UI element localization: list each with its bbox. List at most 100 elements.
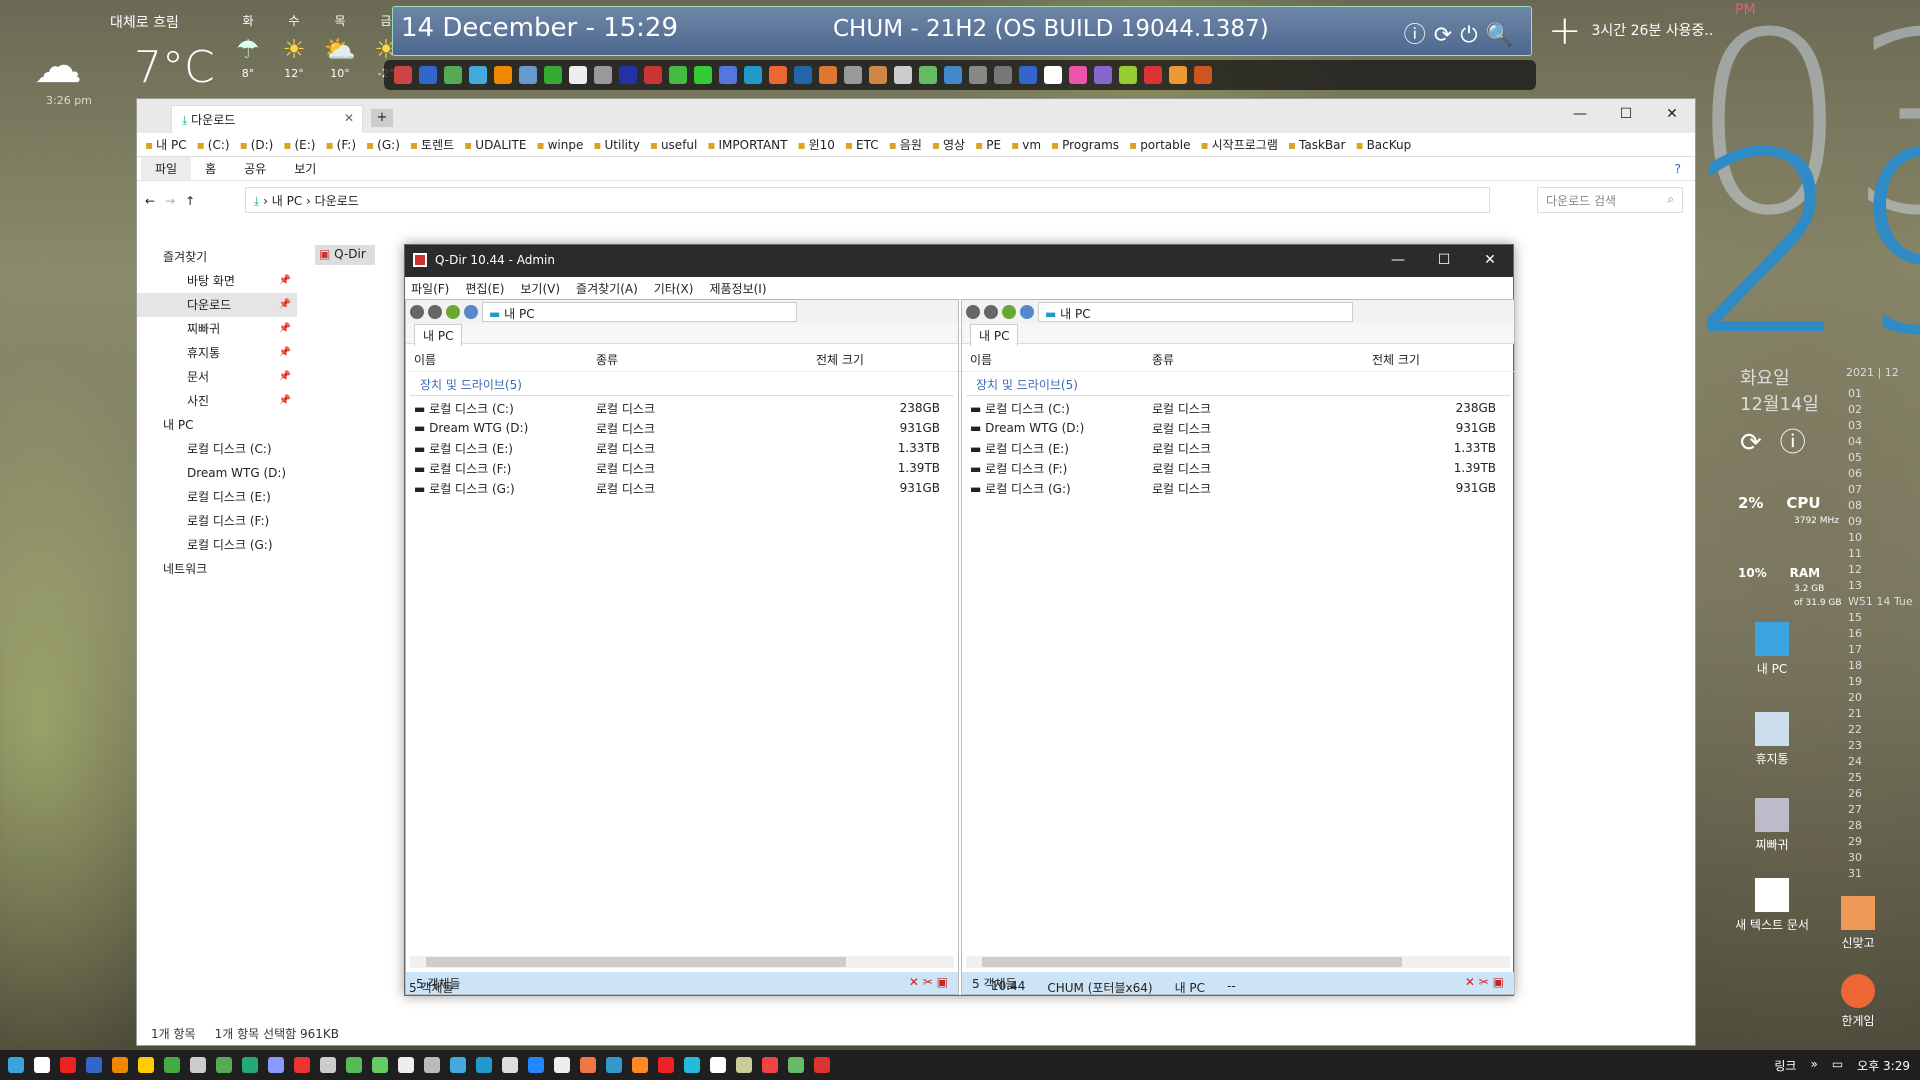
app-icon[interactable] xyxy=(1194,66,1212,84)
taskbar-app-icon[interactable] xyxy=(684,1057,700,1073)
nav-item[interactable]: 로컬 디스크 (G:) xyxy=(137,533,297,557)
tab-downloads[interactable]: ⤓ 다운로드 ✕ xyxy=(171,105,363,133)
app-icon[interactable] xyxy=(869,66,887,84)
help-icon[interactable]: ? xyxy=(1661,159,1695,179)
address-bar[interactable]: ⤓ › 내 PC › 다운로드 xyxy=(245,187,1490,213)
taskbar-app-icon[interactable] xyxy=(216,1057,232,1073)
taskbar-app-icon[interactable] xyxy=(476,1057,492,1073)
desktop-icon-hangame[interactable]: 한게임 xyxy=(1818,974,1898,1029)
group-header[interactable]: 장치 및 드라이브(5) xyxy=(410,374,954,396)
clock[interactable]: 오후 3:29 xyxy=(1857,1057,1910,1074)
taskbar-app-icon[interactable] xyxy=(424,1057,440,1073)
nav-item[interactable]: 로컬 디스크 (F:) xyxy=(137,509,297,533)
back-icon[interactable]: ← xyxy=(145,194,155,208)
forward-icon[interactable] xyxy=(984,305,998,319)
taskbar-app-icon[interactable] xyxy=(580,1057,596,1073)
favorite-item[interactable]: ▪ (E:) xyxy=(283,138,315,152)
app-icon[interactable] xyxy=(894,66,912,84)
tab-share[interactable]: 공유 xyxy=(230,157,280,180)
table-row[interactable]: ▬ 로컬 디스크 (C:) 로컬 디스크 238GB xyxy=(962,398,1514,418)
taskbar-app-icon[interactable] xyxy=(60,1057,76,1073)
power-icon[interactable]: ⏻ xyxy=(1460,23,1485,48)
taskbar-app-icon[interactable] xyxy=(86,1057,102,1073)
favorite-item[interactable]: ▪ IMPORTANT xyxy=(707,138,787,152)
taskbar-app-icon[interactable] xyxy=(502,1057,518,1073)
taskbar-app-icon[interactable] xyxy=(606,1057,622,1073)
app-icon[interactable] xyxy=(544,66,562,84)
favorite-item[interactable]: ▪ (F:) xyxy=(326,138,357,152)
favorite-item[interactable]: ▪ winpe xyxy=(536,138,583,152)
favorite-item[interactable]: ▪ 영상 xyxy=(932,136,965,153)
maximize-button[interactable]: ☐ xyxy=(1603,99,1649,129)
taskbar-app-icon[interactable] xyxy=(814,1057,830,1073)
tab-my-pc[interactable]: 내 PC xyxy=(970,324,1019,346)
taskbar-app-icon[interactable] xyxy=(294,1057,310,1073)
info-icon[interactable]: ⓘ xyxy=(1404,23,1434,48)
column-size[interactable]: 전체 크기 xyxy=(1362,351,1502,368)
taskbar-app-icon[interactable] xyxy=(8,1057,24,1073)
taskbar-app-icon[interactable] xyxy=(346,1057,362,1073)
favorite-item[interactable]: ▪ vm xyxy=(1011,138,1041,152)
column-type[interactable]: 종류 xyxy=(1142,351,1362,368)
favorite-item[interactable]: ▪ useful xyxy=(650,138,698,152)
taskbar-app-icon[interactable] xyxy=(632,1057,648,1073)
table-row[interactable]: ▬ 로컬 디스크 (C:) 로컬 디스크 238GB xyxy=(406,398,958,418)
nav-item[interactable]: 바탕 화면 📌 xyxy=(137,269,297,293)
favorite-item[interactable]: ▪ (D:) xyxy=(240,138,274,152)
nav-item[interactable]: 휴지통 📌 xyxy=(137,341,297,365)
column-name[interactable]: 이름 xyxy=(962,351,1142,368)
new-tab-button[interactable]: + xyxy=(371,109,393,127)
table-row[interactable]: ▬ Dream WTG (D:) 로컬 디스크 931GB xyxy=(406,418,958,438)
tab-file[interactable]: 파일 xyxy=(141,157,192,180)
favorite-item[interactable]: ▪ (G:) xyxy=(366,138,400,152)
favorite-item[interactable]: ▪ ETC xyxy=(845,138,879,152)
app-icon[interactable] xyxy=(1169,66,1187,84)
column-type[interactable]: 종류 xyxy=(586,351,806,368)
close-button[interactable]: ✕ xyxy=(1649,99,1695,129)
desktop-icon-recycle-bin[interactable]: 휴지통 xyxy=(1732,712,1812,767)
taskbar-app-icon[interactable] xyxy=(34,1057,50,1073)
search-icon[interactable]: 🔍 xyxy=(1486,23,1521,48)
system-buttons[interactable]: ⟳ⓘ xyxy=(1740,422,1824,459)
nav-item[interactable]: 사진 📌 xyxy=(137,389,297,413)
taskbar-app-icon[interactable] xyxy=(762,1057,778,1073)
app-icon[interactable] xyxy=(569,66,587,84)
taskbar-app-icon[interactable] xyxy=(242,1057,258,1073)
app-icon[interactable] xyxy=(719,66,737,84)
app-icon[interactable] xyxy=(1119,66,1137,84)
taskbar-app-icon[interactable] xyxy=(736,1057,752,1073)
taskbar-app-icon[interactable] xyxy=(320,1057,336,1073)
taskbar-app-icon[interactable] xyxy=(190,1057,206,1073)
table-row[interactable]: ▬ Dream WTG (D:) 로컬 디스크 931GB xyxy=(962,418,1514,438)
app-icon[interactable] xyxy=(944,66,962,84)
desktop-icon-game[interactable]: 신맞고 xyxy=(1818,896,1898,951)
file-item[interactable]: ▣ Q-Dir xyxy=(315,245,375,265)
menu-edit[interactable]: 편집(E) xyxy=(465,280,504,297)
view-icon[interactable] xyxy=(1020,305,1034,319)
forward-icon[interactable] xyxy=(428,305,442,319)
desktop-icon-my-pc[interactable]: 내 PC xyxy=(1732,622,1812,677)
close-tab-icon[interactable]: ✕ xyxy=(344,111,354,125)
horizontal-scrollbar[interactable] xyxy=(966,956,1510,968)
favorite-item[interactable]: ▪ Utility xyxy=(593,138,639,152)
links-label[interactable]: 링크 xyxy=(1774,1057,1796,1074)
tab-home[interactable]: 홈 xyxy=(191,157,230,180)
app-launcher-bar[interactable] xyxy=(384,60,1536,90)
nav-item[interactable]: 로컬 디스크 (E:) xyxy=(137,485,297,509)
table-row[interactable]: ▬ 로컬 디스크 (F:) 로컬 디스크 1.39TB xyxy=(406,458,958,478)
app-icon[interactable] xyxy=(969,66,987,84)
nav-item[interactable]: 문서 📌 xyxy=(137,365,297,389)
restart-icon[interactable]: ⟳ xyxy=(1740,428,1780,458)
horizontal-scrollbar[interactable] xyxy=(410,956,954,968)
nav-item[interactable]: 로컬 디스크 (C:) xyxy=(137,437,297,461)
menu-info[interactable]: 제품정보(I) xyxy=(709,280,766,297)
group-header[interactable]: 장치 및 드라이브(5) xyxy=(966,374,1510,396)
menu-extra[interactable]: 기타(X) xyxy=(654,280,694,297)
menu-favorites[interactable]: 즐겨찾기(A) xyxy=(576,280,638,297)
back-icon[interactable] xyxy=(410,305,424,319)
minimize-button[interactable]: — xyxy=(1557,99,1603,129)
app-icon[interactable] xyxy=(744,66,762,84)
app-icon[interactable] xyxy=(669,66,687,84)
app-icon[interactable] xyxy=(619,66,637,84)
app-icon[interactable] xyxy=(419,66,437,84)
